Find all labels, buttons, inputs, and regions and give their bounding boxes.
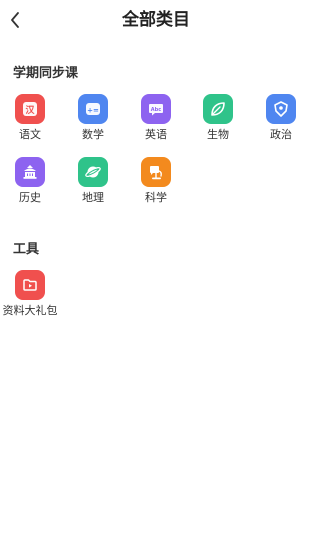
planet-icon [85, 166, 101, 178]
category-label: 历史 [19, 191, 41, 204]
math-tile: += [78, 94, 108, 124]
header: 全部类目 [0, 0, 312, 40]
video-folder-icon [23, 279, 37, 291]
category-label: 科学 [145, 191, 167, 204]
svg-text:Abc: Abc [151, 107, 161, 113]
page-title: 全部类目 [122, 10, 190, 30]
category-history[interactable]: 历史 [4, 157, 56, 211]
category-label: 地理 [82, 191, 104, 204]
category-label: 语文 [19, 128, 41, 141]
category-politics[interactable]: 政治 [255, 94, 307, 148]
history-tile [15, 157, 45, 187]
science-tile [141, 157, 171, 187]
material-pack-tile [15, 270, 45, 300]
svg-text:汉: 汉 [25, 104, 35, 116]
english-icon: Abc [149, 104, 163, 116]
math-icon: += [86, 103, 100, 115]
tool-material-pack[interactable]: 资料大礼包 [2, 270, 58, 324]
category-label: 生物 [207, 128, 229, 141]
category-label: 英语 [145, 128, 167, 141]
section-title-semester: 学期同步课 [13, 66, 79, 81]
category-english[interactable]: Abc 英语 [130, 94, 182, 148]
politics-icon [274, 101, 288, 117]
category-math[interactable]: += 数学 [67, 94, 119, 148]
leaf-icon [211, 102, 225, 116]
category-geography[interactable]: 地理 [67, 157, 119, 211]
geography-tile [78, 157, 108, 187]
category-biology[interactable]: 生物 [192, 94, 244, 148]
english-tile: Abc [141, 94, 171, 124]
tool-label: 资料大礼包 [2, 304, 58, 317]
category-label: 数学 [82, 128, 104, 141]
politics-tile [266, 94, 296, 124]
chinese-tile: 汉 [15, 94, 45, 124]
svg-text:+=: += [87, 107, 99, 115]
category-chinese[interactable]: 汉 语文 [4, 94, 56, 148]
biology-tile [203, 94, 233, 124]
microscope-icon [150, 166, 162, 180]
category-label: 政治 [270, 128, 292, 141]
temple-icon [23, 165, 37, 179]
section-title-tools: 工具 [13, 242, 40, 257]
chinese-icon: 汉 [23, 102, 37, 116]
category-science[interactable]: 科学 [130, 157, 182, 211]
